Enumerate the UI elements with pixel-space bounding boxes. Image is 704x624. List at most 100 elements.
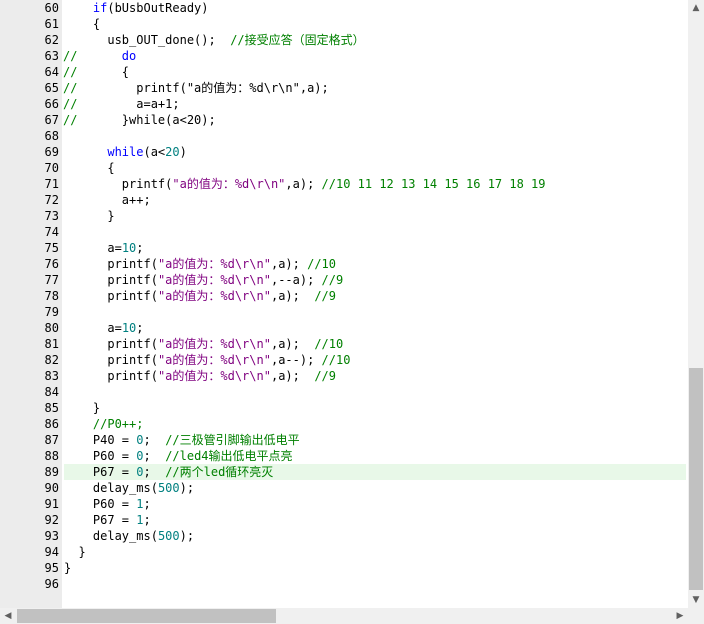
code-token: P40 = [92, 433, 137, 447]
code-number: 0 [136, 465, 144, 479]
code-text[interactable]: { [64, 16, 686, 32]
code-line[interactable]: 62 usb_OUT_done(); //接受应答（固定格式） [0, 32, 688, 48]
code-text[interactable]: } [64, 208, 686, 224]
code-line[interactable]: 74 [0, 224, 688, 240]
code-text[interactable]: printf("a的值为：%d\r\n",a); //10 [64, 336, 686, 352]
code-line[interactable]: 90 delay_ms(500); [0, 480, 688, 496]
code-text[interactable]: } [64, 560, 686, 576]
code-line[interactable]: 94 } [0, 544, 688, 560]
code-token: { [92, 17, 101, 31]
code-line[interactable]: 96 [0, 576, 688, 592]
horizontal-scrollbar[interactable]: ◀ ▶ [0, 608, 688, 624]
code-text[interactable]: }while(a<20); [64, 112, 686, 128]
code-line[interactable]: 70 { [0, 160, 688, 176]
line-number: 91 [44, 497, 59, 511]
line-number: 83 [44, 369, 59, 383]
vertical-scrollbar[interactable]: ▲ ▼ [688, 0, 704, 608]
code-text[interactable]: if(bUsbOutReady) [64, 0, 686, 16]
code-text[interactable]: printf("a的值为：%d\r\n",a); //10 11 12 13 1… [64, 176, 686, 192]
code-line[interactable]: 73 } [0, 208, 688, 224]
code-text[interactable]: //P0++; [64, 416, 686, 432]
code-line[interactable]: 82 printf("a的值为：%d\r\n",a--); //10 [0, 352, 688, 368]
code-text[interactable]: usb_OUT_done(); //接受应答（固定格式） [64, 32, 686, 48]
code-line[interactable]: 79 [0, 304, 688, 320]
code-token: ; [143, 497, 151, 511]
code-text[interactable]: } [64, 544, 686, 560]
line-number: 61 [44, 17, 59, 31]
code-line[interactable]: 91 P60 = 1; [0, 496, 688, 512]
code-text[interactable]: printf("a的值为：%d\r\n",a); [64, 80, 686, 96]
code-number: 500 [157, 529, 180, 543]
code-line[interactable]: 72 a++; [0, 192, 688, 208]
code-text[interactable]: printf("a的值为：%d\r\n",--a); //9 [64, 272, 686, 288]
code-text[interactable]: do [64, 48, 686, 64]
code-text[interactable]: P67 = 0; //两个led循环亮灭 [64, 464, 686, 480]
code-text[interactable]: a=10; [64, 240, 686, 256]
line-number: 60 [44, 1, 59, 15]
code-line[interactable]: 63// do [0, 48, 688, 64]
code-keyword: if [92, 1, 108, 15]
code-line[interactable]: 84 [0, 384, 688, 400]
code-text[interactable]: a++; [64, 192, 686, 208]
code-token: printf( [107, 337, 158, 351]
code-line[interactable]: 67// }while(a<20); [0, 112, 688, 128]
code-line[interactable]: 95} [0, 560, 688, 576]
code-text[interactable]: printf("a的值为：%d\r\n",a); //9 [64, 288, 686, 304]
line-number: 86 [44, 417, 59, 431]
code-text[interactable]: printf("a的值为：%d\r\n",a--); //10 [64, 352, 686, 368]
code-line[interactable]: 88 P60 = 0; //led4输出低电平点亮 [0, 448, 688, 464]
code-text[interactable]: P67 = 1; [64, 512, 686, 528]
code-line[interactable]: 65// printf("a的值为：%d\r\n",a); [0, 80, 688, 96]
code-line[interactable]: 60 if(bUsbOutReady) [0, 0, 688, 16]
code-text[interactable]: { [64, 160, 686, 176]
code-text[interactable]: delay_ms(500); [64, 528, 686, 544]
code-comment: //两个led循环亮灭 [165, 465, 274, 479]
code-line[interactable]: 75 a=10; [0, 240, 688, 256]
code-line[interactable]: 69 while(a<20) [0, 144, 688, 160]
code-text[interactable]: } [64, 400, 686, 416]
code-line[interactable]: 61 { [0, 16, 688, 32]
scroll-up-arrow-icon[interactable]: ▲ [688, 0, 704, 16]
code-line[interactable]: 78 printf("a的值为：%d\r\n",a); //9 [0, 288, 688, 304]
code-line[interactable]: 85 } [0, 400, 688, 416]
code-text[interactable]: while(a<20) [64, 144, 686, 160]
code-line[interactable]: 71 printf("a的值为：%d\r\n",a); //10 11 12 1… [0, 176, 688, 192]
code-line[interactable]: 64// { [0, 64, 688, 80]
code-text[interactable]: a=10; [64, 320, 686, 336]
code-token: { [121, 65, 130, 79]
scroll-right-arrow-icon[interactable]: ▶ [672, 608, 688, 624]
code-text[interactable]: printf("a的值为：%d\r\n",a); //9 [64, 368, 686, 384]
code-token: usb_OUT_done(); [107, 33, 231, 47]
code-line[interactable]: 80 a=10; [0, 320, 688, 336]
code-text[interactable]: delay_ms(500); [64, 480, 686, 496]
code-line[interactable]: 77 printf("a的值为：%d\r\n",--a); //9 [0, 272, 688, 288]
code-line[interactable]: 66// a=a+1; [0, 96, 688, 112]
code-line[interactable]: 86 //P0++; [0, 416, 688, 432]
code-text[interactable]: P40 = 0; //三极管引脚输出低电平 [64, 432, 686, 448]
code-string: "a的值为：%d\r\n" [157, 273, 271, 287]
code-line[interactable]: 87 P40 = 0; //三极管引脚输出低电平 [0, 432, 688, 448]
code-token: ; [143, 433, 166, 447]
code-line[interactable]: 76 printf("a的值为：%d\r\n",a); //10 [0, 256, 688, 272]
scroll-down-arrow-icon[interactable]: ▼ [688, 592, 704, 608]
code-text[interactable]: P60 = 0; //led4输出低电平点亮 [64, 448, 686, 464]
code-text[interactable]: printf("a的值为：%d\r\n",a); //10 [64, 256, 686, 272]
horizontal-scroll-thumb[interactable] [17, 609, 276, 623]
code-line[interactable]: 89 P67 = 0; //两个led循环亮灭 [0, 464, 688, 480]
code-comment: //10 11 12 13 14 15 16 17 18 19 [321, 177, 546, 191]
code-editor[interactable]: 60 if(bUsbOutReady) 61 {62 usb_OUT_done()… [0, 0, 688, 608]
code-line[interactable]: 92 P67 = 1; [0, 512, 688, 528]
line-number: 76 [44, 257, 59, 271]
code-text[interactable]: P60 = 1; [64, 496, 686, 512]
scroll-left-arrow-icon[interactable]: ◀ [0, 608, 16, 624]
code-text[interactable]: a=a+1; [64, 96, 686, 112]
code-line[interactable]: 83 printf("a的值为：%d\r\n",a); //9 [0, 368, 688, 384]
code-token: ,a); [270, 369, 315, 383]
code-line[interactable]: 68 [0, 128, 688, 144]
code-line[interactable]: 81 printf("a的值为：%d\r\n",a); //10 [0, 336, 688, 352]
code-text[interactable]: { [64, 64, 686, 80]
code-line[interactable]: 93 delay_ms(500); [0, 528, 688, 544]
vertical-scroll-thumb[interactable] [689, 368, 703, 590]
